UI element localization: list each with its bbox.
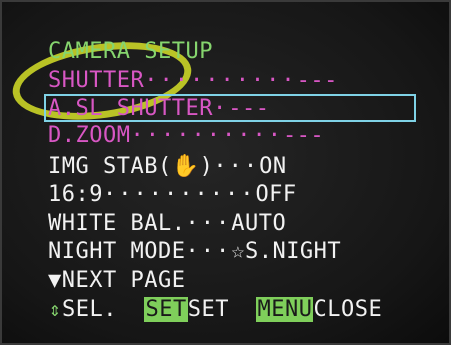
menu-item-dots: ··· xyxy=(185,211,232,236)
select-hint-label: SEL. xyxy=(62,297,117,322)
star-night-icon: ☆ xyxy=(231,239,245,264)
menu-item-value: --- xyxy=(282,123,325,148)
menu-key[interactable]: MENU xyxy=(256,297,314,322)
menu-item-16-9[interactable]: 16:9··········OFF xyxy=(48,182,297,208)
menu-item-value: AUTO xyxy=(231,211,287,236)
menu-item-dots: · xyxy=(212,96,229,121)
menu-item-night-mode[interactable]: NIGHT MODE···☆S.NIGHT xyxy=(48,239,341,265)
menu-item-img-stab[interactable]: IMG STAB(✋)···ON xyxy=(48,154,287,180)
menu-item-label: SHUTTER xyxy=(48,68,145,93)
menu-item-value: OFF xyxy=(255,182,297,207)
menu-item-label: WHITE BAL. xyxy=(48,211,186,236)
next-page-label: NEXT PAGE xyxy=(61,268,186,293)
camera-lcd-screen: CAMERA SETUP SHUTTER··········--- A.SL S… xyxy=(0,0,451,345)
menu-item-d-zoom[interactable]: D.ZOOM··········--- xyxy=(48,123,324,149)
menu-title: CAMERA SETUP xyxy=(48,39,213,64)
hand-shake-icon: (✋) xyxy=(157,154,214,179)
menu-item-white-bal[interactable]: WHITE BAL.···AUTO xyxy=(48,211,286,237)
menu-item-label: IMG STAB xyxy=(48,154,158,179)
set-key[interactable]: SET xyxy=(144,297,188,322)
menu-item-shutter[interactable]: SHUTTER··········--- xyxy=(48,68,338,94)
menu-item-dots: ·········· xyxy=(144,68,297,93)
menu-item-value: S.NIGHT xyxy=(244,239,342,264)
menu-item-label: 16:9 xyxy=(48,182,103,207)
menu-item-dots: ·········· xyxy=(130,123,283,148)
menu-item-label: NIGHT MODE xyxy=(48,239,186,264)
down-arrow-icon: ▼ xyxy=(48,268,62,293)
menu-item-value: ON xyxy=(259,154,287,179)
menu-item-label: D.ZOOM xyxy=(48,123,131,148)
menu-item-dots: ··· xyxy=(213,154,260,179)
set-hint-label: SET xyxy=(187,297,229,322)
menu-item-label: A.SL SHUTTER xyxy=(48,96,213,121)
menu-item-a-sl-shutter[interactable]: A.SL SHUTTER·--- xyxy=(48,96,269,122)
menu-item-dots: ·········· xyxy=(102,182,256,207)
footer-controls: ⇕SEL. SETSET MENUCLOSE xyxy=(48,296,382,322)
menu-item-value: --- xyxy=(228,96,270,121)
menu-item-value: --- xyxy=(296,68,338,93)
up-down-arrows-icon: ⇕ xyxy=(48,297,62,321)
menu-item-dots: ··· xyxy=(185,239,232,264)
close-hint-label: CLOSE xyxy=(313,297,383,322)
next-page-item[interactable]: ▼NEXT PAGE xyxy=(48,268,185,294)
